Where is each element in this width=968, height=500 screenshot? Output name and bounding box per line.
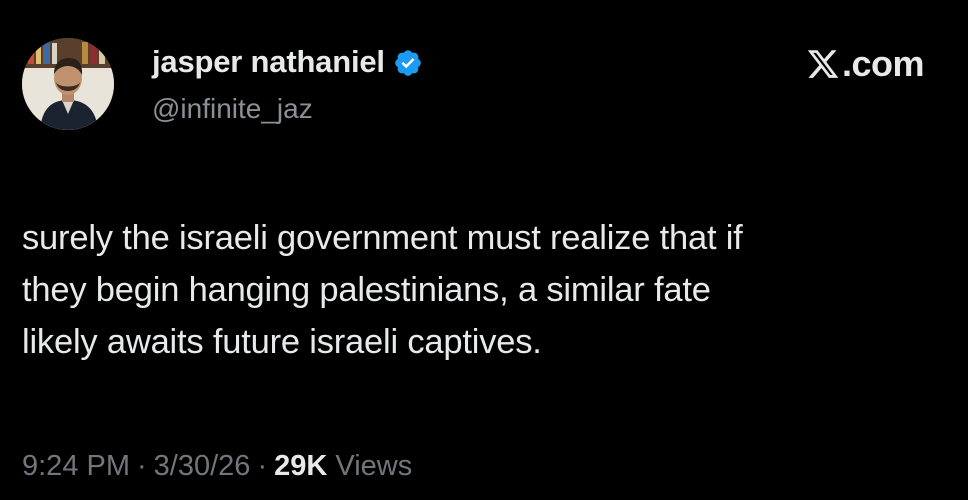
tweet-text: surely the israeli government must reali… <box>22 219 743 361</box>
author-avatar[interactable] <box>22 38 114 130</box>
x-logo-icon <box>806 47 840 81</box>
meta-separator: · <box>257 450 268 482</box>
author-handle[interactable]: @infinite_jaz <box>152 92 313 126</box>
meta-separator: · <box>137 450 147 482</box>
author-name-row: jasper nathaniel <box>152 44 423 80</box>
author-name[interactable]: jasper nathaniel <box>152 44 385 80</box>
views-count[interactable]: 29K <box>274 450 327 482</box>
avatar-photo <box>22 38 114 130</box>
x-domain-text: .com <box>841 43 925 84</box>
tweet-card: jasper nathaniel @infinite_jaz .com sure… <box>0 0 968 500</box>
tweet-time[interactable]: 9:24 PM <box>22 450 130 482</box>
tweet-date[interactable]: 3/30/26 <box>154 450 251 482</box>
tweet-meta: 9:24 PM · 3/30/26 · 29K Views <box>22 448 412 484</box>
views-label: Views <box>335 450 413 482</box>
verified-badge-icon <box>393 48 423 78</box>
x-brand: .com <box>806 43 925 84</box>
